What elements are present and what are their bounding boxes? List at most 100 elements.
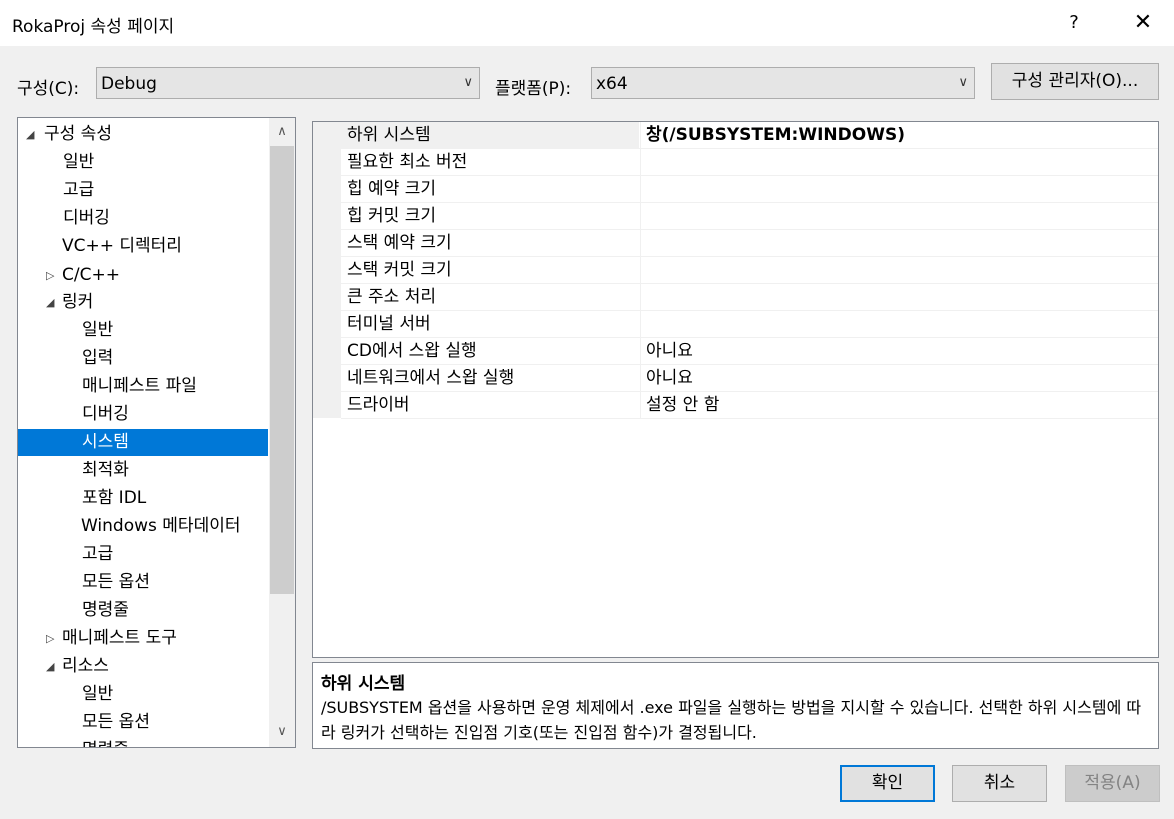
- property-name: 터미널 서버: [347, 314, 431, 334]
- config-value: Debug: [101, 74, 157, 94]
- platform-label: 플랫폼(P):: [495, 79, 572, 99]
- tree-item[interactable]: ◢ 리소스: [18, 653, 268, 680]
- property-row[interactable]: 필요한 최소 버전: [341, 149, 1158, 176]
- tree-item[interactable]: Windows 메타데이터: [18, 513, 268, 540]
- property-name: 스택 예약 크기: [347, 233, 452, 253]
- tree-item-label: 최적화: [82, 460, 129, 480]
- expand-arrow-icon[interactable]: ▷: [46, 262, 54, 289]
- tree-item-label: 매니페스트 파일: [82, 376, 197, 396]
- property-name: 스택 커밋 크기: [347, 260, 452, 280]
- tree-item[interactable]: 고급: [18, 541, 268, 568]
- property-value[interactable]: 설정 안 함: [640, 392, 1158, 418]
- tree-item-label: 매니페스트 도구: [62, 628, 177, 648]
- tree-scrollbar[interactable]: ∧ ∨: [269, 118, 295, 747]
- property-grid: 하위 시스템 창(/SUBSYSTEM:WINDOWS) 필요한 최소 버전힙 예약…: [312, 121, 1159, 658]
- property-row[interactable]: 힙 예약 크기: [341, 176, 1158, 203]
- description-panel: 하위 시스템 /SUBSYSTEM 옵션을 사용하면 운영 체제에서 .exe …: [312, 662, 1159, 749]
- property-row[interactable]: 스택 커밋 크기: [341, 257, 1158, 284]
- close-icon[interactable]: ✕: [1128, 8, 1158, 38]
- scroll-up-icon[interactable]: ∧: [269, 120, 295, 144]
- collapse-arrow-icon[interactable]: ◢: [46, 289, 54, 316]
- tree-item[interactable]: 시스템: [18, 429, 268, 456]
- tree-item[interactable]: ▷ C/C++: [18, 262, 268, 289]
- tree-item[interactable]: 일반: [18, 317, 268, 344]
- property-value[interactable]: [640, 149, 1158, 175]
- property-value[interactable]: [640, 311, 1158, 337]
- tree-item[interactable]: ▷ 매니페스트 도구: [18, 625, 268, 652]
- property-value[interactable]: [640, 284, 1158, 310]
- tree-item-label: 고급: [63, 180, 95, 200]
- tree-item[interactable]: 디버깅: [18, 205, 268, 232]
- collapse-arrow-icon[interactable]: ◢: [46, 653, 54, 680]
- tree-item-label: 입력: [82, 348, 114, 368]
- platform-combo[interactable]: x64 ∨: [591, 67, 975, 99]
- tree-item-label: 구성 속성: [44, 124, 112, 144]
- help-icon[interactable]: ?: [1062, 8, 1086, 38]
- tree-item-label: 모든 옵션: [82, 572, 150, 592]
- property-name: 네트워크에서 스왑 실행: [347, 368, 515, 388]
- config-label: 구성(C):: [17, 79, 80, 99]
- tree-item[interactable]: 명령줄: [18, 737, 268, 747]
- tree-item-label: 모든 옵션: [82, 712, 150, 732]
- chevron-down-icon: ∨: [958, 75, 968, 90]
- tree-item-label: VC++ 디렉터리: [62, 236, 182, 256]
- cancel-button[interactable]: 취소: [952, 765, 1047, 802]
- apply-button[interactable]: 적용(A): [1065, 765, 1160, 802]
- property-value[interactable]: [640, 203, 1158, 229]
- property-value[interactable]: 창(/SUBSYSTEM:WINDOWS): [640, 122, 1158, 148]
- property-name: 드라이버: [347, 395, 410, 415]
- tree-item-label: 명령줄: [82, 737, 129, 747]
- collapse-arrow-icon[interactable]: ◢: [26, 121, 34, 148]
- tree-item[interactable]: ◢ 구성 속성: [18, 121, 268, 148]
- property-row[interactable]: 네트워크에서 스왑 실행 아니요: [341, 365, 1158, 392]
- tree-item-label: 디버깅: [82, 404, 129, 424]
- property-row[interactable]: 큰 주소 처리: [341, 284, 1158, 311]
- tree-item-label: C/C++: [62, 265, 120, 285]
- tree-item[interactable]: 일반: [18, 681, 268, 708]
- tree-item[interactable]: 디버깅: [18, 401, 268, 428]
- tree-item-label: 디버깅: [63, 208, 110, 228]
- tree-item-label: Windows 메타데이터: [81, 516, 241, 536]
- tree-item[interactable]: 포함 IDL: [18, 485, 268, 512]
- property-value[interactable]: [640, 230, 1158, 256]
- property-row[interactable]: 스택 예약 크기: [341, 230, 1158, 257]
- grid-margin: [313, 122, 341, 418]
- ok-button[interactable]: 확인: [840, 765, 935, 802]
- tree-item[interactable]: 고급: [18, 177, 268, 204]
- property-tree: ◢ 구성 속성 일반 고급 디버깅 VC++ 디렉터리 ▷ C/C++ ◢ 링커 일반 입력 매니페스트…: [17, 117, 296, 748]
- tree-item-label: 포함 IDL: [82, 488, 147, 508]
- platform-value: x64: [596, 74, 628, 94]
- expand-arrow-icon[interactable]: ▷: [46, 625, 54, 652]
- property-name: 필요한 최소 버전: [347, 152, 468, 172]
- tree-item[interactable]: ◢ 링커: [18, 289, 268, 316]
- tree-item[interactable]: 매니페스트 파일: [18, 373, 268, 400]
- tree-item[interactable]: VC++ 디렉터리: [18, 233, 268, 260]
- property-row[interactable]: 터미널 서버: [341, 311, 1158, 338]
- tree-item[interactable]: 최적화: [18, 457, 268, 484]
- property-value[interactable]: 아니요: [640, 365, 1158, 391]
- chevron-down-icon: ∨: [463, 75, 473, 90]
- scroll-thumb[interactable]: [270, 146, 294, 594]
- property-name: 큰 주소 처리: [347, 287, 437, 307]
- config-manager-button[interactable]: 구성 관리자(O)...: [991, 63, 1159, 100]
- tree-item[interactable]: 입력: [18, 345, 268, 372]
- tree-item-label: 일반: [82, 320, 114, 340]
- property-value[interactable]: [640, 257, 1158, 283]
- scroll-down-icon[interactable]: ∨: [269, 720, 295, 744]
- description-text: /SUBSYSTEM 옵션을 사용하면 운영 체제에서 .exe 파일을 실행하…: [321, 698, 1142, 742]
- property-value[interactable]: 아니요: [640, 338, 1158, 364]
- tree-item-label: 링커: [62, 292, 94, 312]
- tree-item-label: 고급: [82, 544, 114, 564]
- tree-item[interactable]: 모든 옵션: [18, 569, 268, 596]
- property-row[interactable]: 드라이버 설정 안 함: [341, 392, 1158, 419]
- property-row[interactable]: CD에서 스왑 실행 아니요: [341, 338, 1158, 365]
- tree-item[interactable]: 명령줄: [18, 597, 268, 624]
- property-name: 하위 시스템: [341, 122, 639, 148]
- tree-item-label: 시스템: [82, 432, 129, 452]
- tree-item[interactable]: 일반: [18, 149, 268, 176]
- property-row[interactable]: 힙 커밋 크기: [341, 203, 1158, 230]
- config-combo[interactable]: Debug ∨: [96, 67, 480, 99]
- property-value[interactable]: [640, 176, 1158, 202]
- property-row[interactable]: 하위 시스템 창(/SUBSYSTEM:WINDOWS): [341, 122, 1158, 149]
- tree-item[interactable]: 모든 옵션: [18, 709, 268, 736]
